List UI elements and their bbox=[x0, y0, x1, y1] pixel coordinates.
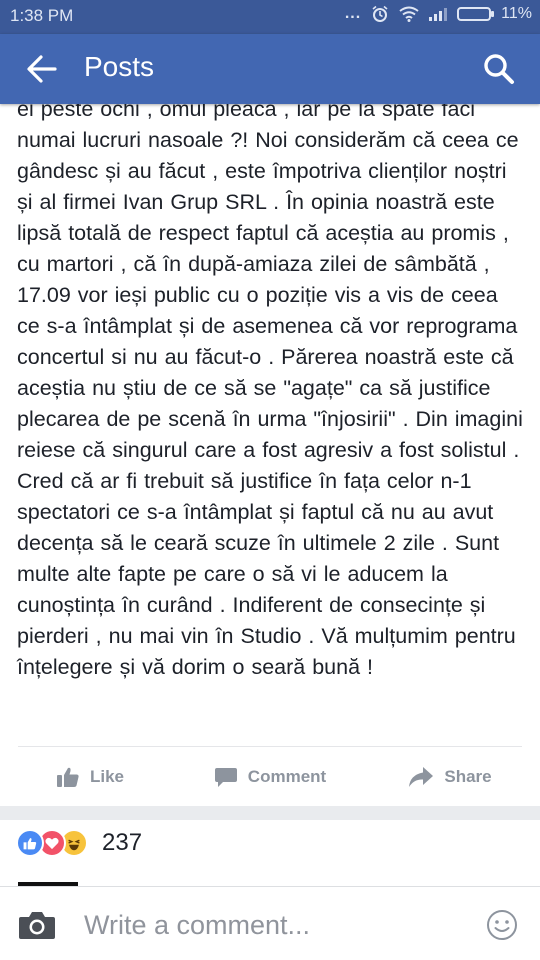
search-icon[interactable] bbox=[482, 52, 516, 86]
like-button[interactable]: Like bbox=[0, 760, 180, 794]
wifi-icon bbox=[399, 6, 419, 22]
status-bar: 1:38 PM ... 11% bbox=[0, 0, 540, 34]
section-separator bbox=[0, 806, 540, 820]
share-label: Share bbox=[444, 767, 492, 786]
like-label: Like bbox=[89, 767, 125, 786]
share-button[interactable]: Share bbox=[360, 760, 540, 794]
battery-percent: 11% bbox=[501, 5, 532, 22]
divider bbox=[18, 746, 522, 747]
comment-button[interactable]: Comment bbox=[180, 760, 360, 794]
battery-icon bbox=[457, 7, 495, 21]
more-dots-icon: ... bbox=[344, 5, 362, 22]
post-actions: Like Comment Share bbox=[0, 760, 540, 794]
reaction-count: 237 bbox=[102, 829, 143, 856]
comment-bubble-icon bbox=[214, 768, 237, 787]
status-time: 1:38 PM bbox=[10, 6, 74, 25]
page-title: Posts bbox=[84, 51, 155, 82]
comment-label: Comment bbox=[247, 767, 327, 786]
status-icons: ... 11% bbox=[345, 5, 532, 23]
comment-input[interactable] bbox=[84, 908, 464, 942]
thumbs-up-icon bbox=[56, 767, 79, 787]
post-text: ei peste ochi , omul pleacă , iar pe la … bbox=[17, 97, 523, 679]
signal-icon bbox=[429, 7, 448, 21]
reaction-icons bbox=[16, 829, 92, 857]
arrow-left-icon[interactable] bbox=[26, 54, 58, 84]
camera-icon[interactable] bbox=[18, 910, 56, 940]
reactions-summary[interactable]: 237 bbox=[0, 820, 540, 866]
app-bar: Posts bbox=[0, 34, 540, 104]
like-reaction-icon bbox=[16, 829, 44, 857]
post-body: ei peste ochi , omul pleacă , iar pe la … bbox=[0, 94, 540, 744]
smiley-icon[interactable] bbox=[486, 909, 518, 941]
alarm-clock-icon bbox=[372, 5, 388, 22]
comment-composer bbox=[0, 886, 540, 960]
share-arrow-icon bbox=[409, 767, 434, 787]
